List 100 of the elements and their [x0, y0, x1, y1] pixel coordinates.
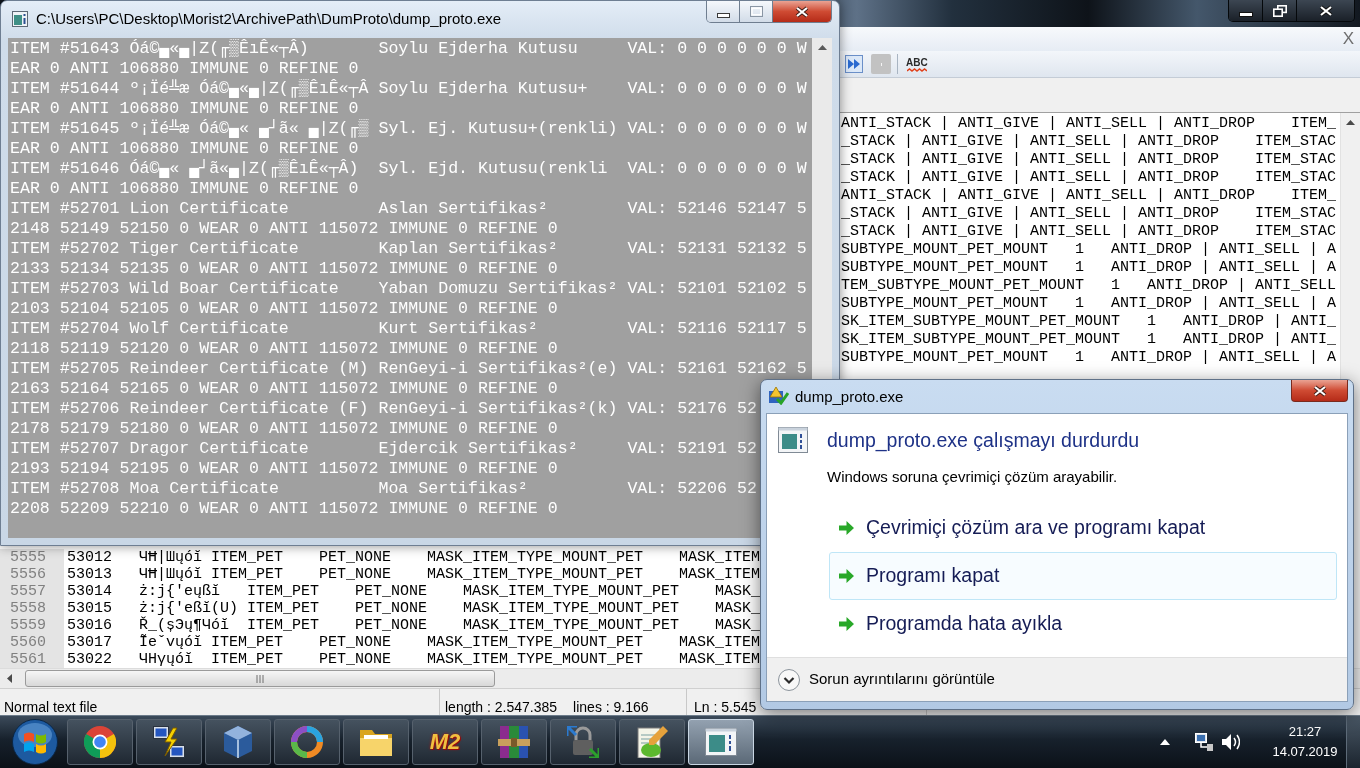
code-line: SUBTYPE_MOUNT_PET_MOUNT 1 ANTI_DROP | ANTI_SELL | A	[841, 259, 1337, 277]
taskbar-button[interactable]	[343, 719, 409, 765]
code-line: _STACK | ANTI_GIVE | ANTI_SELL | ANTI_DROP ITEM_STAC	[841, 151, 1337, 169]
console-line: ITEM #52703 Wild Boar Certificate Yaban Domuzu Sertifikas² VAL: 52101 52102 5	[10, 279, 807, 299]
maximize-button[interactable]	[740, 1, 773, 22]
code-token: ITEM_PET	[247, 617, 320, 634]
code-token: MASK_	[715, 583, 760, 600]
logo-text: M2	[429, 729, 461, 755]
code-token: ITEM_PET	[211, 634, 284, 651]
close-document-button[interactable]: X	[1340, 29, 1356, 49]
line-number: 5560	[10, 634, 46, 651]
minimize-button[interactable]	[1229, 0, 1263, 21]
code-token: ż:j{'eųßĭ	[139, 583, 221, 600]
caret-up-icon	[1160, 739, 1170, 745]
line-number: 5561	[10, 651, 46, 668]
code-line: _STACK | ANTI_GIVE | ANTI_SELL | ANTI_DROP ITEM_STAC	[841, 133, 1337, 151]
code-token: ЧHγųóĭ	[139, 651, 194, 668]
command-link[interactable]: Çevrimiçi çözüm ara ve programı kapat	[829, 504, 1337, 552]
code-token: MASK_ITEM_TYPE_MOUNT_PET	[463, 583, 681, 600]
status-text: Normal text file	[4, 699, 98, 715]
code-token: ITEM_PET	[247, 583, 320, 600]
taskbar-button[interactable]	[67, 719, 133, 765]
code-token: MASK_ITEM	[679, 634, 760, 651]
console-line: ITEM #51646 Óá©▄« ▄┘ã«▄|Z(╓▒ÊıÊ«┬Â) Syl. Ejd. Kutusu(renkli VAL: 0 0 0 0 0 0 W	[10, 159, 807, 179]
show-hidden-icons-button[interactable]	[1160, 739, 1170, 745]
console-line: 2103 52104 52105 0 WEAR 0 ANTI 115072 IMMUNE 0 REFINE 0	[10, 299, 558, 319]
line-number: 5558	[10, 600, 46, 617]
code-token: MASK_ITEM	[679, 549, 760, 566]
console-line: ITEM #52708 Moa Certificate Moa Sertifikas² VAL: 52206 52	[10, 479, 757, 499]
expand-icon	[778, 668, 800, 691]
console-line: 2118 52119 52120 0 WEAR 0 ANTI 115072 IMMUNE 0 REFINE 0	[10, 339, 558, 359]
close-button[interactable]	[1291, 380, 1348, 402]
code-token: 53016	[67, 617, 113, 634]
app-window-icon	[705, 728, 737, 756]
code-token: MASK_ITEM_TYPE_MOUNT_PET	[427, 634, 645, 651]
console-line: ITEM #52706 Reindeer Certificate (F) RenGeyi-i Sertifikas²(k) VAL: 52176 52	[10, 399, 757, 419]
code-line: ANTI_STACK | ANTI_GIVE | ANTI_SELL | ANTI_DROP ITEM_	[841, 187, 1337, 205]
code-line: SUBTYPE_MOUNT_PET_MOUNT 1 ANTI_DROP | ANTI_SELL | A	[841, 295, 1337, 313]
dialog-heading: dump_proto.exe çalışmayı durdurdu	[827, 428, 1140, 453]
volume-button[interactable]	[1222, 733, 1240, 751]
close-button[interactable]	[1297, 0, 1354, 21]
code-line: ANTI_STACK | ANTI_GIVE | ANTI_SELL | ANTI_DROP ITEM_	[841, 115, 1337, 133]
taskbar-button[interactable]	[481, 719, 547, 765]
code-token: 53015	[67, 600, 113, 617]
taskbar-button[interactable]	[274, 719, 340, 765]
code-token: MASK_ITEM_TYPE_MOUNT_PET	[427, 549, 645, 566]
line-number: 5556	[10, 566, 46, 583]
arrow-right-icon	[839, 617, 854, 631]
taskbar-button[interactable]	[136, 719, 202, 765]
code-token: ITEM_PET	[247, 600, 320, 617]
code-line: _STACK | ANTI_GIVE | ANTI_SELL | ANTI_DROP ITEM_STAC	[841, 205, 1337, 223]
status-text: lines : 9.166	[573, 699, 649, 715]
code-token: ЧĦ|Шųóĭ	[139, 549, 203, 566]
taskbar-button[interactable]	[619, 719, 685, 765]
close-button[interactable]	[773, 1, 831, 22]
restore-button[interactable]	[1263, 0, 1297, 21]
minimize-button[interactable]	[707, 1, 740, 22]
console-line: ITEM #51645 º¡Ïé╩æ Óá©▄« ▄┘ã« ▄|Z(╓▒ Syl. Ej. Kutusu+(renkli) VAL: 0 0 0 0 0 0 W	[10, 119, 807, 139]
console-line: ITEM #52701 Lion Certificate Aslan Sertifikas² VAL: 52146 52147 5	[10, 199, 807, 219]
console-icon	[12, 11, 28, 27]
code-token: ЧĦ|Шųóĭ	[139, 566, 203, 583]
command-link[interactable]: Programda hata ayıkla	[829, 600, 1337, 648]
close-icon	[795, 5, 809, 18]
window-title: C:\Users\PC\Desktop\Morist2\ArchivePath\DumProto\dump_proto.exe	[36, 9, 502, 28]
code-token: PET_NONE	[355, 583, 428, 600]
code-token: 53022	[67, 651, 113, 668]
code-token: MASK_ITEM	[679, 651, 760, 668]
taskbar-button[interactable]: M2	[412, 719, 478, 765]
console-line: 2193 52194 52195 0 WEAR 0 ANTI 115072 IMMUNE 0 REFINE 0	[10, 459, 558, 479]
network-button[interactable]	[1195, 733, 1213, 751]
details-toggle[interactable]: Sorun ayrıntılarını görüntüle	[778, 668, 995, 691]
code-token: PET_NONE	[319, 634, 392, 651]
code-line: _STACK | ANTI_GIVE | ANTI_SELL | ANTI_DROP ITEM_STAC	[841, 169, 1337, 187]
spellcheck-button[interactable]: ABC	[906, 56, 928, 72]
show-desktop-button[interactable]	[1346, 716, 1360, 768]
alert-check-icon	[769, 387, 789, 405]
code-token: ITEM_PET	[211, 651, 284, 668]
code-token: PET_NONE	[319, 651, 392, 668]
code-token: ITEM_PET	[211, 566, 284, 583]
console-line: ITEM #52707 Dragor Certificate Ejdercik Sertifikas² VAL: 52191 52	[10, 439, 757, 459]
console-line: EAR 0 ANTI 106880 IMMUNE 0 REFINE 0	[10, 139, 359, 159]
code-token: MASK_	[715, 617, 760, 634]
code-token: PET_NONE	[319, 566, 392, 583]
line-number: 5559	[10, 617, 46, 634]
clock-time: 21:27	[1288, 723, 1322, 741]
code-token: 53017	[67, 634, 113, 651]
taskbar-button[interactable]	[205, 719, 271, 765]
line-number: 5557	[10, 583, 46, 600]
scroll-left-icon	[7, 674, 12, 683]
restore-icon	[1272, 4, 1287, 17]
code-token: MASK_ITEM_TYPE_MOUNT_PET	[463, 617, 681, 634]
code-token: MASK_ITEM_TYPE_MOUNT_PET	[463, 600, 681, 617]
toolbar-button[interactable]	[845, 55, 863, 73]
code-line: SUBTYPE_MOUNT_PET_MOUNT 1 ANTI_DROP | ANTI_SELL | A	[841, 241, 1337, 259]
scrollbar-thumb[interactable]	[25, 670, 495, 687]
command-link[interactable]: Programı kapat	[829, 552, 1337, 600]
line-number: 5555	[10, 549, 46, 566]
start-button[interactable]	[12, 719, 58, 765]
status-text: Ln : 5.545	[694, 699, 757, 715]
code-line: SK_ITEM_SUBTYPE_MOUNT_PET_MOUNT 1 ANTI_DROP | ANTI_	[841, 331, 1337, 349]
